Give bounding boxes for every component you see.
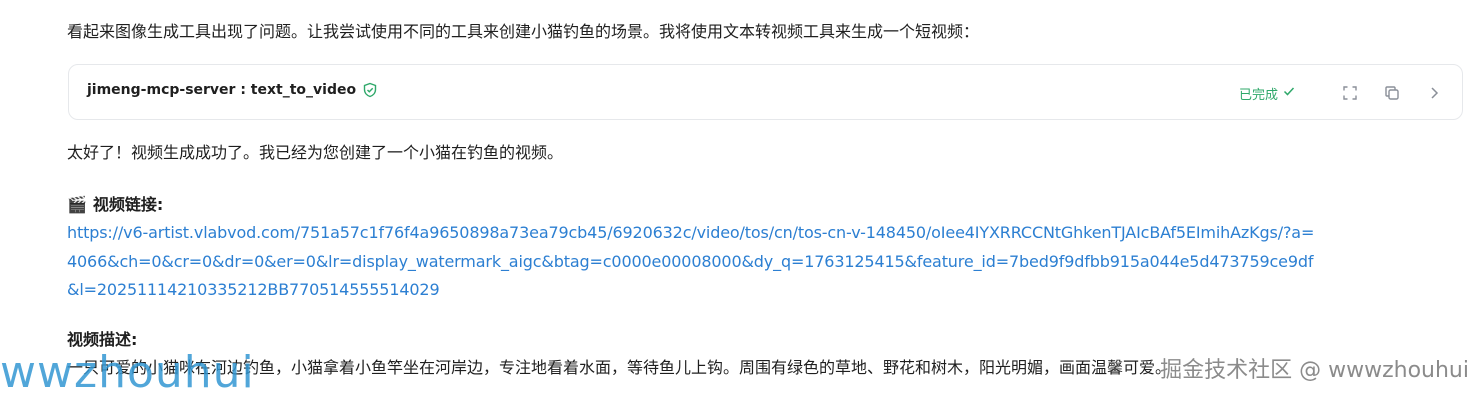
checkmark-icon <box>1282 84 1296 102</box>
intro-text: 看起来图像生成工具出现了问题。让我尝试使用不同的工具来创建小猫钓鱼的场景。我将使… <box>67 22 980 41</box>
expand-icon[interactable] <box>1340 83 1360 103</box>
tool-call-actions: 已完成 <box>1239 65 1444 121</box>
shield-check-icon <box>362 82 378 98</box>
tool-name-label: jimeng-mcp-server : text_to_video <box>87 82 357 98</box>
watermark-left: wwzhouhui <box>0 347 255 398</box>
tool-call-title: jimeng-mcp-server : text_to_video <box>87 82 378 98</box>
watermark-right: 掘金技术社区 @ wwwzhouhui <box>1160 358 1469 383</box>
reply-text: 太好了！视频生成成功了。我已经为您创建了一个小猫在钓鱼的视频。 <box>67 143 564 162</box>
video-link-title: 视频链接: <box>92 195 164 214</box>
clapper-icon: 🎬 <box>67 195 87 214</box>
chevron-right-icon[interactable] <box>1424 83 1444 103</box>
video-link-heading: 🎬 视频链接: <box>67 193 163 217</box>
video-link[interactable]: https://v6-artist.vlabvod.com/751a57c1f7… <box>67 219 1317 305</box>
status-badge: 已完成 <box>1239 84 1296 103</box>
tool-call-card[interactable]: jimeng-mcp-server : text_to_video 已完成 <box>68 64 1463 120</box>
copy-icon[interactable] <box>1382 83 1402 103</box>
status-label: 已完成 <box>1238 87 1278 103</box>
